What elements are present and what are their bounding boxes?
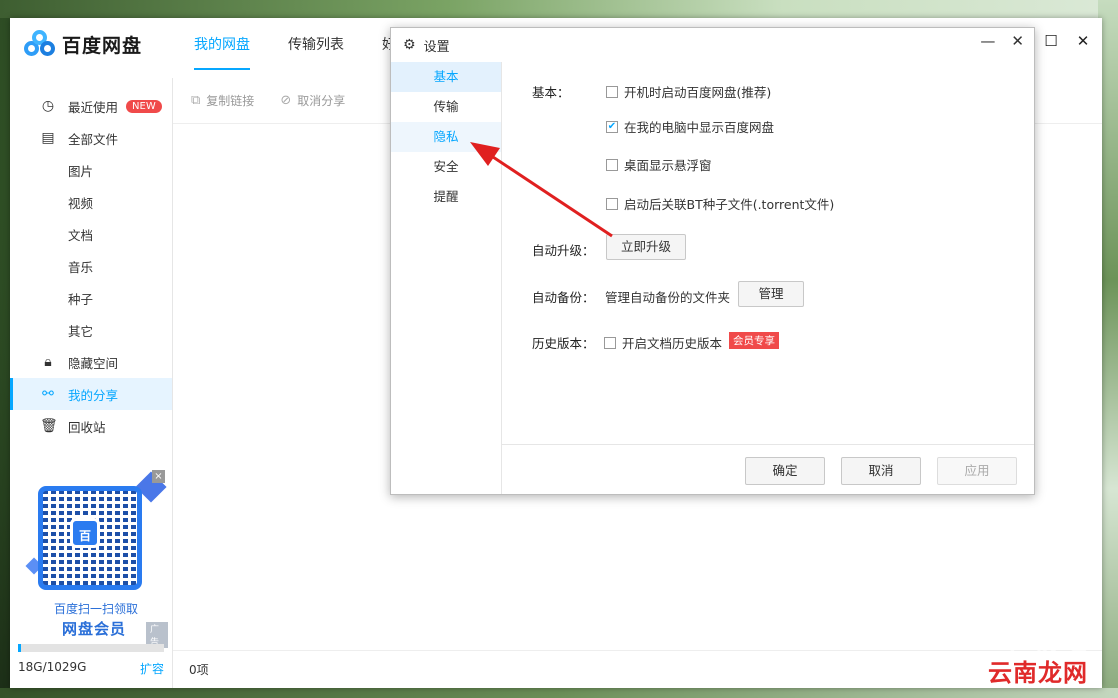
sidebar-item-label: 最近使用 bbox=[68, 99, 119, 115]
dialog-footer: 确定 取消 应用 bbox=[502, 444, 1034, 494]
auto-backup-label: 自动备份： bbox=[532, 290, 595, 305]
copy-link-button[interactable]: ⧉ 复制链接 bbox=[191, 92, 254, 109]
dialog-minimize-button[interactable]: — bbox=[980, 32, 995, 50]
settings-nav-reminder[interactable]: 提醒 bbox=[391, 182, 501, 212]
apply-button[interactable]: 应用 bbox=[937, 457, 1017, 485]
upgrade-now-button[interactable]: 立即升级 bbox=[606, 234, 686, 260]
sidebar-item-recent[interactable]: ◷ 最近使用 NEW bbox=[10, 90, 172, 122]
maximize-button[interactable]: ☐ bbox=[1042, 32, 1060, 50]
tab-my-netdisk[interactable]: 我的网盘 bbox=[194, 18, 250, 78]
vip-promo-banner[interactable]: 百 × 百度扫一扫领取 网盘会员 广告 bbox=[25, 470, 168, 648]
trash-icon: 🗑︎ bbox=[40, 418, 58, 434]
basic-section-label: 基本： bbox=[532, 85, 570, 100]
option-label: 桌面显示悬浮窗 bbox=[624, 158, 712, 173]
backup-description: 管理自动备份的文件夹 bbox=[605, 290, 731, 305]
sidebar-item-images[interactable]: 图片 bbox=[10, 154, 172, 186]
site-watermark: 云南龙网 bbox=[988, 659, 1088, 687]
sidebar-item-label: 我的分享 bbox=[68, 387, 119, 403]
desktop-background-bottom bbox=[0, 688, 1118, 698]
storage-usage-text: 18G/1029G bbox=[18, 660, 87, 674]
storage-progress-bar bbox=[18, 644, 164, 652]
option-show-in-my-computer[interactable]: ✔ 在我的电脑中显示百度网盘 bbox=[606, 117, 774, 136]
new-badge: NEW bbox=[126, 99, 162, 113]
vip-exclusive-badge: 会员专享 bbox=[729, 332, 779, 349]
history-version-label: 历史版本： bbox=[532, 336, 595, 351]
sidebar-item-my-shares[interactable]: ⚯ 我的分享 bbox=[10, 378, 172, 410]
sidebar-item-label: 种子 bbox=[68, 291, 94, 307]
cancel-share-button[interactable]: ⊘ 取消分享 bbox=[280, 92, 345, 109]
option-label: 开机时启动百度网盘(推荐) bbox=[624, 85, 772, 100]
status-bar: 0项 bbox=[173, 650, 1102, 688]
option-bt-association[interactable]: 启动后关联BT种子文件(.torrent文件) bbox=[606, 194, 834, 213]
sidebar-item-label: 音乐 bbox=[68, 259, 94, 275]
sidebar-item-documents[interactable]: 文档 bbox=[10, 218, 172, 250]
option-label: 启动后关联BT种子文件(.torrent文件) bbox=[624, 197, 835, 212]
expand-storage-link[interactable]: 扩容 bbox=[140, 660, 164, 677]
settings-nav-privacy[interactable]: 隐私 bbox=[391, 122, 501, 152]
sidebar-item-other[interactable]: 其它 bbox=[10, 314, 172, 346]
promo-text-line1: 百度扫一扫领取 bbox=[53, 602, 138, 616]
option-label: 在我的电脑中显示百度网盘 bbox=[624, 120, 775, 135]
sidebar-item-torrents[interactable]: 种子 bbox=[10, 282, 172, 314]
sidebar-item-label: 文档 bbox=[68, 227, 94, 243]
settings-nav-transfer[interactable]: 传输 bbox=[391, 92, 501, 122]
settings-nav-security[interactable]: 安全 bbox=[391, 152, 501, 182]
share-icon: ⚯ bbox=[42, 386, 54, 402]
option-startup[interactable]: 开机时启动百度网盘(推荐) bbox=[606, 82, 771, 101]
app-brand-name: 百度网盘 bbox=[62, 34, 143, 57]
checkbox[interactable] bbox=[606, 85, 618, 98]
cloud-logo-icon bbox=[24, 30, 56, 58]
ok-button[interactable]: 确定 bbox=[745, 457, 825, 485]
settings-panel: 基本： 开机时启动百度网盘(推荐) ✔ 在我的电脑中显示百度网盘 桌面显示悬浮窗… bbox=[502, 62, 1034, 494]
option-floating-window[interactable]: 桌面显示悬浮窗 bbox=[606, 155, 712, 174]
qr-center-logo: 百 bbox=[70, 518, 100, 548]
clock-icon: ◷ bbox=[41, 98, 55, 114]
app-logo: 百度网盘 bbox=[24, 30, 142, 58]
sidebar-item-label: 全部文件 bbox=[68, 131, 119, 147]
dialog-close-button[interactable]: ✕ bbox=[1011, 32, 1024, 50]
option-label: 开启文档历史版本 bbox=[622, 336, 723, 351]
auto-upgrade-label: 自动升级： bbox=[532, 243, 595, 258]
lock-icon: 🔒︎ bbox=[44, 354, 52, 370]
settings-nav-basic[interactable]: 基本 bbox=[391, 62, 501, 92]
checkbox[interactable] bbox=[606, 158, 618, 171]
sidebar-item-label: 回收站 bbox=[68, 419, 106, 435]
promo-text-line2: 网盘会员 bbox=[61, 620, 126, 638]
dialog-title: 设置 bbox=[423, 39, 450, 55]
checkbox-checked[interactable]: ✔ bbox=[606, 120, 618, 133]
gear-icon: ⚙ bbox=[403, 37, 416, 53]
sidebar-item-label: 其它 bbox=[68, 323, 94, 339]
manage-backup-button[interactable]: 管理 bbox=[738, 281, 804, 307]
copy-link-label: 复制链接 bbox=[206, 94, 255, 108]
storage-progress-fill bbox=[18, 644, 21, 652]
item-count: 0项 bbox=[189, 663, 209, 677]
desktop-background-top bbox=[0, 0, 1118, 18]
file-icon: ▤ bbox=[41, 130, 55, 146]
sidebar: ◷ 最近使用 NEW ▤ 全部文件 图片 视频 文档 音乐 种子 其它 🔒︎ 隐… bbox=[10, 78, 173, 688]
sidebar-item-all-files[interactable]: ▤ 全部文件 bbox=[10, 122, 172, 154]
close-button[interactable]: ✕ bbox=[1074, 32, 1092, 50]
cancel-button[interactable]: 取消 bbox=[841, 457, 921, 485]
dialog-body: 基本 传输 隐私 安全 提醒 基本： 开机时启动百度网盘(推荐) ✔ 在我的电脑… bbox=[391, 62, 1034, 494]
checkbox[interactable] bbox=[604, 336, 616, 349]
sidebar-item-label: 隐藏空间 bbox=[68, 355, 119, 371]
dialog-titlebar: ⚙ 设置 bbox=[391, 28, 1034, 62]
settings-dialog: ⚙ 设置 — ✕ 基本 传输 隐私 安全 提醒 基本： 开机时启动百度网盘(推荐… bbox=[390, 27, 1035, 495]
cancel-share-label: 取消分享 bbox=[297, 94, 346, 108]
promo-close-icon[interactable]: × bbox=[152, 470, 165, 483]
option-history-version[interactable]: 开启文档历史版本 bbox=[604, 333, 722, 352]
tab-transfer-list[interactable]: 传输列表 bbox=[288, 18, 344, 78]
sidebar-item-label: 图片 bbox=[68, 163, 94, 179]
sidebar-item-music[interactable]: 音乐 bbox=[10, 250, 172, 282]
copy-icon: ⧉ bbox=[191, 93, 201, 108]
sidebar-item-recycle-bin[interactable]: 🗑︎ 回收站 bbox=[10, 410, 172, 442]
watermark-background-text: 下载吧 bbox=[998, 622, 1088, 657]
cancel-icon: ⊘ bbox=[280, 93, 292, 108]
checkbox[interactable] bbox=[606, 197, 618, 210]
dialog-window-controls: — ✕ bbox=[980, 32, 1024, 50]
sidebar-item-hidden-space[interactable]: 🔒︎ 隐藏空间 bbox=[10, 346, 172, 378]
sidebar-item-label: 视频 bbox=[68, 195, 94, 211]
sidebar-item-videos[interactable]: 视频 bbox=[10, 186, 172, 218]
settings-nav: 基本 传输 隐私 安全 提醒 bbox=[391, 62, 502, 494]
